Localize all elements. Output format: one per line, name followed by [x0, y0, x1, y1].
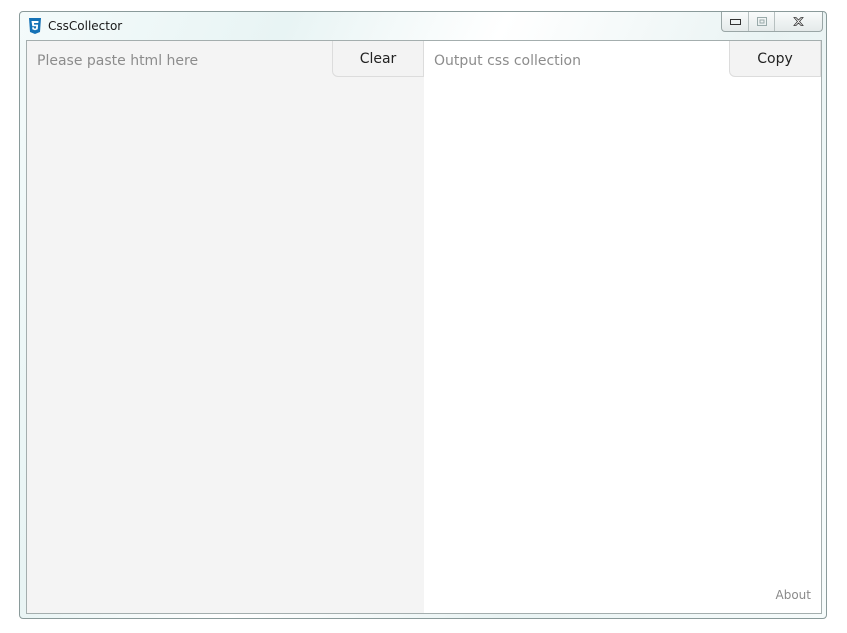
- close-button[interactable]: [775, 12, 822, 31]
- window-title: CssCollector: [48, 19, 123, 33]
- maximize-button[interactable]: [749, 12, 775, 31]
- minimize-button[interactable]: [722, 12, 749, 31]
- close-icon: [793, 17, 804, 26]
- app-window: CssCollector Clear: [19, 11, 827, 619]
- title-bar[interactable]: CssCollector: [20, 12, 826, 40]
- client-area: Clear Copy About: [26, 40, 822, 614]
- copy-button[interactable]: Copy: [729, 41, 821, 77]
- css-output-pane: Copy About: [424, 41, 821, 613]
- minimize-icon: [729, 19, 741, 25]
- about-link[interactable]: About: [776, 588, 811, 602]
- html-input[interactable]: [27, 41, 424, 613]
- html-input-pane: Clear: [27, 41, 424, 613]
- css-output[interactable]: [424, 41, 821, 613]
- maximize-icon: [756, 17, 767, 26]
- caption-buttons: [721, 12, 823, 32]
- clear-button[interactable]: Clear: [332, 41, 424, 77]
- css3-shield-icon: [29, 18, 41, 34]
